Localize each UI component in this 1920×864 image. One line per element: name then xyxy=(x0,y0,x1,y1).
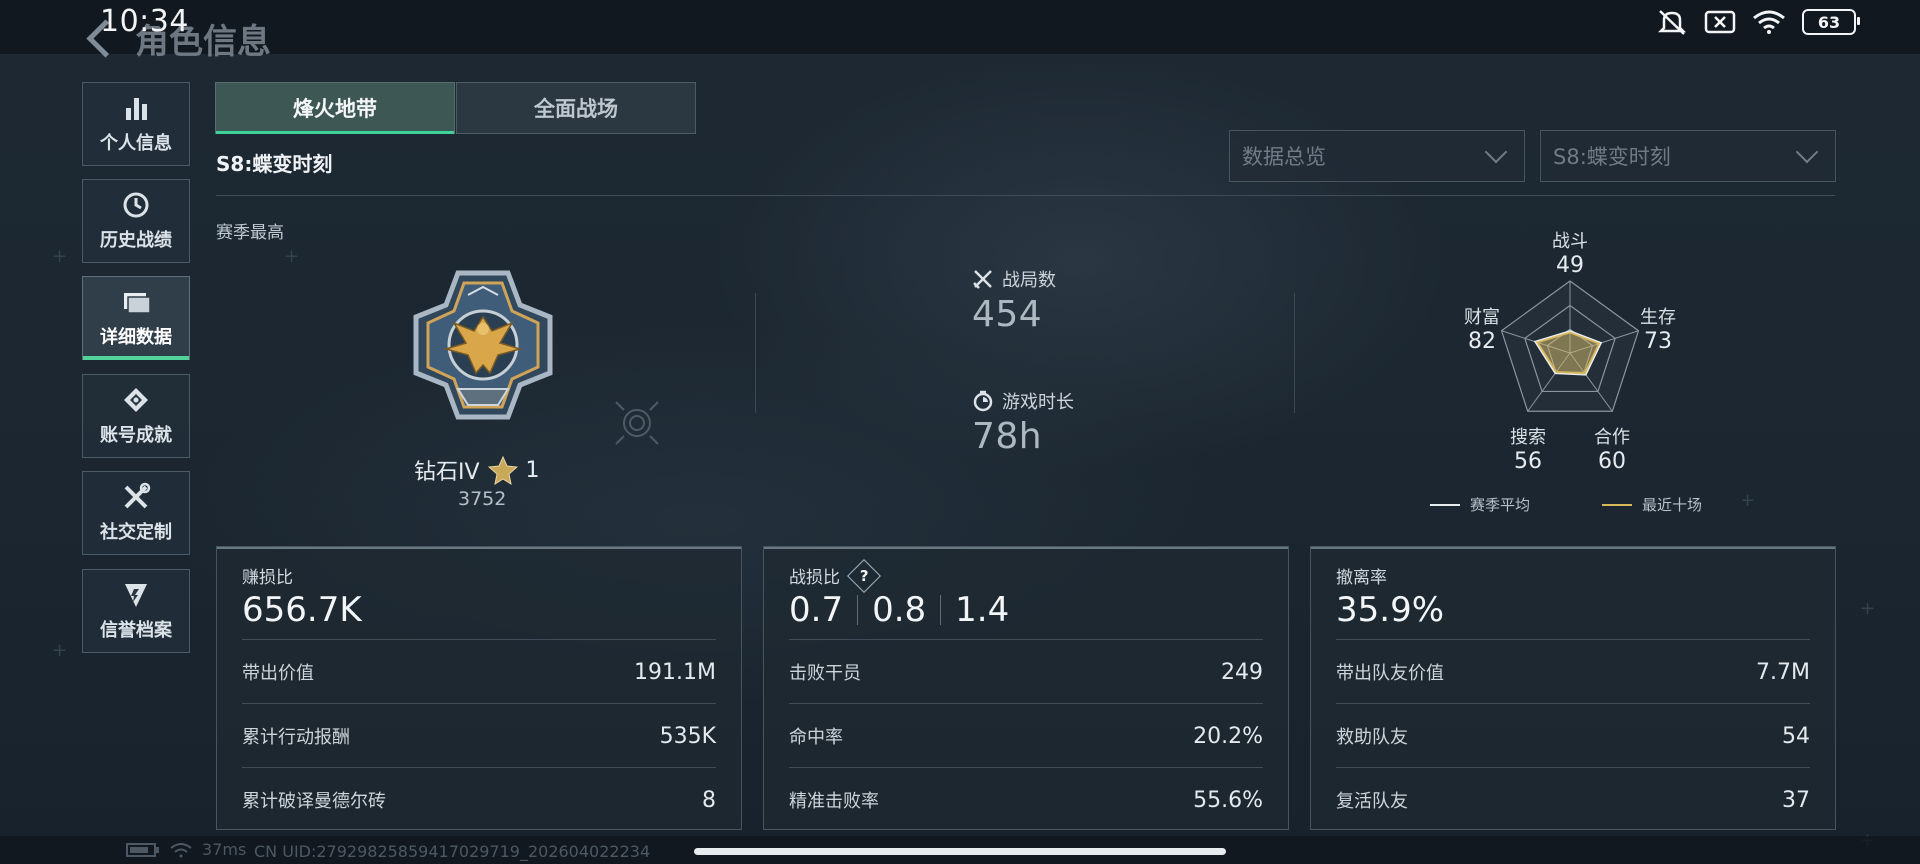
divider xyxy=(755,293,756,413)
card-big-value: 35.9% xyxy=(1336,590,1445,630)
matches-stat: 战局数 454 xyxy=(972,266,1056,335)
home-indicator[interactable] xyxy=(694,848,1226,855)
card-title: 战损比 xyxy=(789,568,840,588)
sidebar-item-social[interactable]: 社交定制 xyxy=(82,471,190,555)
kd-card: 战损比 ? 0.7 0.8 1.4 击败干员 249 命中率 20.2% 精准击败率… xyxy=(763,546,1289,830)
table-row: 救助队友 54 xyxy=(1336,703,1810,768)
rank-emblem-icon xyxy=(413,270,553,420)
device-battery-icon xyxy=(126,842,159,857)
battery-indicator: 63 xyxy=(1802,9,1860,35)
rank-info: 钻石IV 1 xyxy=(414,454,540,486)
season-best-label: 赛季最高 xyxy=(216,223,284,243)
shield-icon xyxy=(121,580,151,610)
rank-score: 3752 xyxy=(458,488,507,510)
radar-axis-combat: 战斗 49 xyxy=(1552,231,1588,278)
tab-firezone[interactable]: 烽火地带 xyxy=(215,82,455,134)
sidebar-item-label: 信誉档案 xyxy=(100,620,172,641)
sim-off-icon xyxy=(1704,10,1736,34)
tab-full-battlefield[interactable]: 全面战场 xyxy=(456,82,696,134)
table-row: 精准击败率 55.6% xyxy=(789,767,1263,832)
sidebar-item-label: 账号成就 xyxy=(100,425,172,446)
user-uid: CN UID:27929825859417029719_202604022234 xyxy=(254,842,651,861)
status-time: 10:34 xyxy=(100,4,189,39)
crossed-swords-icon xyxy=(973,270,992,289)
radar-axis-cooperation: 合作 60 xyxy=(1594,427,1630,474)
table-row: 带出队友价值 7.7M xyxy=(1336,639,1810,704)
sidebar-item-achievements[interactable]: 账号成就 xyxy=(82,374,190,458)
table-row: 击败干员 249 xyxy=(789,639,1263,704)
system-icons: 63 xyxy=(1656,8,1860,36)
extraction-rate-card: 撤离率 35.9% 带出队友价值 7.7M 救助队友 54 复活队友 37 xyxy=(1310,546,1836,830)
mute-icon xyxy=(1657,10,1687,35)
playtime-stat: 游戏时长 78h xyxy=(972,388,1074,457)
card-big-values: 0.7 0.8 1.4 xyxy=(789,590,1010,630)
matches-value: 454 xyxy=(972,294,1043,335)
playtime-value: 78h xyxy=(972,416,1043,457)
target-icon xyxy=(615,401,659,445)
table-row: 累计破译曼德尔砖 8 xyxy=(242,767,716,832)
ping-value: 37ms xyxy=(202,840,247,859)
playtime-label: 游戏时长 xyxy=(1002,392,1074,413)
season-title: S8:蝶变时刻 xyxy=(216,152,333,176)
table-row: 命中率 20.2% xyxy=(789,703,1263,768)
history-icon xyxy=(121,190,151,220)
matches-label: 战局数 xyxy=(1002,270,1056,291)
profit-loss-card: 赚损比 656.7K 带出价值 191.1M 累计行动报酬 535K 累计破译曼德尔… xyxy=(216,546,742,830)
divider xyxy=(216,195,1835,196)
rank-stars: 1 xyxy=(525,457,540,483)
wifi-icon xyxy=(170,842,192,857)
network-status: 37ms xyxy=(126,840,246,859)
card-big-value: 656.7K xyxy=(242,590,362,630)
wifi-icon xyxy=(1753,10,1785,34)
chevron-down-icon xyxy=(1484,140,1508,164)
radar-chart: 战斗 49 生存 73 合作 60 搜索 56 财富 82 xyxy=(1410,225,1730,485)
sidebar-item-personal-info[interactable]: 个人信息 xyxy=(82,82,190,166)
card-title: 赚损比 xyxy=(242,568,293,588)
chevron-down-icon xyxy=(1795,140,1819,164)
folder-icon xyxy=(121,287,151,317)
table-row: 复活队友 37 xyxy=(1336,767,1810,832)
legend-season-average: 赛季平均 xyxy=(1430,494,1530,515)
card-title: 撤离率 xyxy=(1336,568,1387,588)
sidebar-item-label: 历史战绩 xyxy=(100,230,172,251)
radar-axis-wealth: 财富 82 xyxy=(1464,307,1500,354)
rank-name: 钻石IV xyxy=(414,460,480,485)
stopwatch-icon xyxy=(973,390,993,412)
star-icon xyxy=(487,455,518,485)
battery-level: 63 xyxy=(1817,12,1841,32)
sidebar-item-label: 个人信息 xyxy=(100,133,172,154)
table-row: 带出价值 191.1M xyxy=(242,639,716,704)
sidebar-item-label: 详细数据 xyxy=(100,327,172,348)
status-bar xyxy=(0,0,1920,54)
wrench-icon xyxy=(121,482,151,512)
season-dropdown[interactable]: S8:蝶变时刻 xyxy=(1540,130,1836,182)
data-view-dropdown[interactable]: 数据总览 xyxy=(1229,130,1525,182)
radar-axis-survival: 生存 73 xyxy=(1640,307,1676,354)
divider xyxy=(1294,293,1295,413)
sidebar-item-history[interactable]: 历史战绩 xyxy=(82,179,190,263)
table-row: 累计行动报酬 535K xyxy=(242,703,716,768)
achievement-icon xyxy=(121,385,151,415)
help-icon[interactable]: ? xyxy=(847,558,881,593)
sidebar-item-label: 社交定制 xyxy=(100,522,172,543)
radar-axis-search: 搜索 56 xyxy=(1510,427,1546,474)
sidebar-item-reputation[interactable]: 信誉档案 xyxy=(82,569,190,653)
legend-recent-ten: 最近十场 xyxy=(1602,494,1702,515)
dropdown-value: S8:蝶变时刻 xyxy=(1553,145,1671,169)
dropdown-value: 数据总览 xyxy=(1242,145,1326,169)
sidebar-item-detailed-data[interactable]: 详细数据 xyxy=(82,276,190,360)
bar-chart-icon xyxy=(121,93,151,123)
